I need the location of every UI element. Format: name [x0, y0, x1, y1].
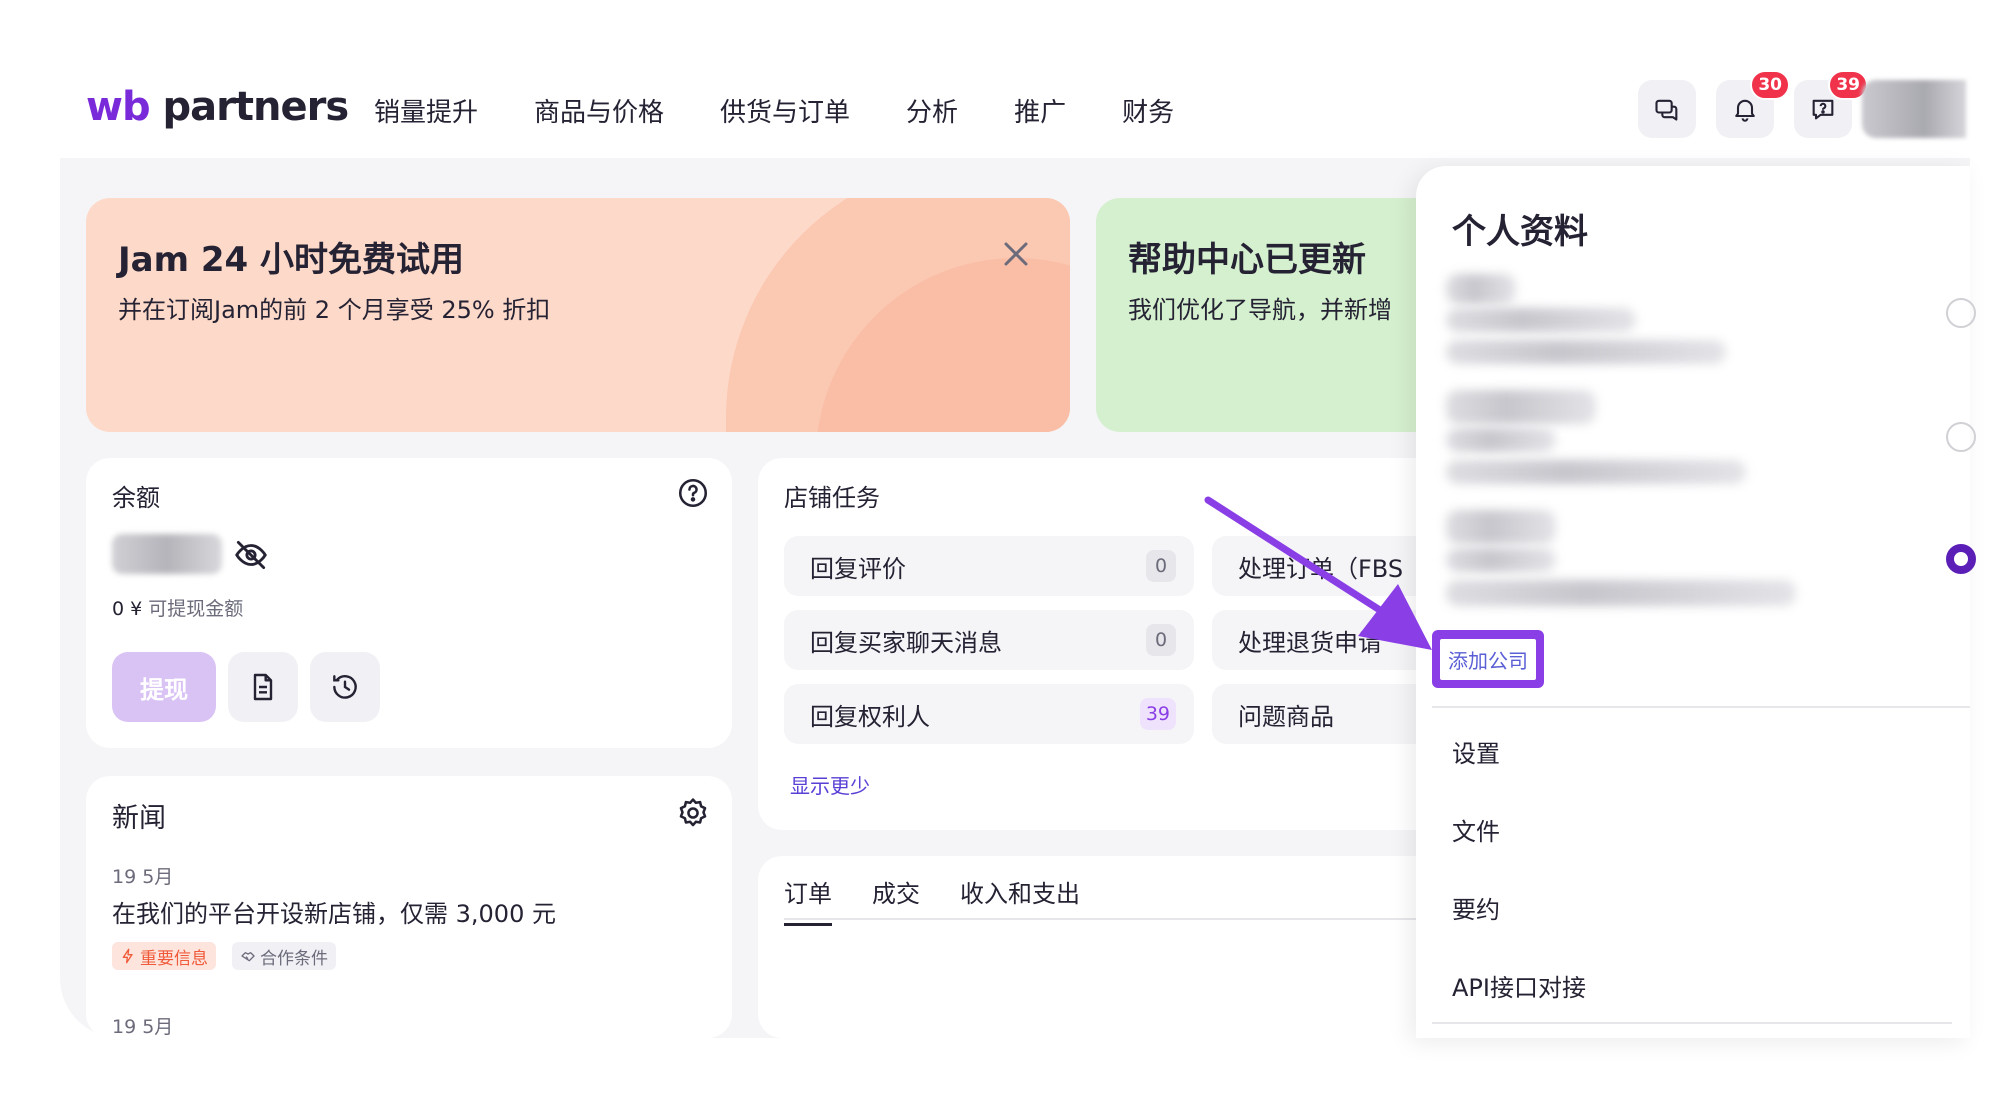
- menu-divider: [1432, 1022, 1952, 1024]
- profile-title: 个人资料: [1452, 212, 1588, 252]
- question-chat-icon: [1812, 99, 1834, 120]
- task-count: 0: [1146, 550, 1176, 582]
- task-reply-reviews[interactable]: 回复评价 0: [784, 536, 1194, 596]
- main-nav: 销量提升 商品与价格 供货与订单 分析 推广 财务: [374, 92, 1174, 129]
- company-detail-hidden: [1446, 460, 1746, 484]
- documents-button[interactable]: [228, 652, 298, 722]
- menu-divider: [1432, 706, 1970, 708]
- balance-amount-hidden: [112, 534, 222, 574]
- task-reply-rightholders[interactable]: 回复权利人 39: [784, 684, 1194, 744]
- nav-products-prices[interactable]: 商品与价格: [534, 92, 664, 129]
- company-name-hidden: [1446, 510, 1556, 544]
- tasks-title: 店铺任务: [784, 484, 880, 512]
- notifications-badge: 30: [1750, 70, 1790, 100]
- partnership-tag: 合作条件: [232, 942, 336, 970]
- help-banner-subtitle: 我们优化了导航，并新增: [1128, 296, 1392, 324]
- company-detail-hidden: [1446, 580, 1796, 606]
- bell-icon: [1735, 99, 1755, 122]
- jam-trial-banner[interactable]: Jam 24 小时免费试用 并在订阅Jam的前 2 个月享受 25% 折扣: [86, 198, 1070, 432]
- menu-api-integration[interactable]: API接口对接: [1452, 968, 1586, 1003]
- company-radio[interactable]: [1946, 298, 1976, 328]
- task-reply-chats[interactable]: 回复买家聊天消息 0: [784, 610, 1194, 670]
- withdrawable-amount: 0 ¥ 可提现金额: [112, 598, 244, 620]
- history-icon: [333, 675, 357, 699]
- nav-supply-orders[interactable]: 供货与订单: [720, 92, 850, 129]
- news-date: 19 5月: [112, 1016, 174, 1038]
- news-card: 新闻 19 5月 在我们的平台开设新店铺，仅需 3,000 元 重要信息 合作条…: [86, 776, 732, 1038]
- company-name-hidden: [1446, 390, 1596, 424]
- avatar[interactable]: [1862, 80, 1966, 138]
- orders-card: 订单 成交 收入和支出: [758, 856, 1518, 1038]
- balance-card: 余额 0 ¥ 可提现金额 提现: [86, 458, 732, 748]
- add-company-highlight: 添加公司: [1432, 630, 1544, 688]
- jam-banner-title: Jam 24 小时免费试用: [118, 240, 465, 280]
- show-less-link[interactable]: 显示更少: [790, 770, 870, 799]
- close-icon[interactable]: [996, 234, 1036, 274]
- chat-icon: [1655, 99, 1678, 121]
- chat-button[interactable]: [1638, 80, 1696, 138]
- nav-analytics[interactable]: 分析: [906, 92, 958, 129]
- top-header: wb partners 销量提升 商品与价格 供货与订单 分析 推广 财务 30…: [0, 0, 2016, 160]
- news-title: 新闻: [112, 803, 166, 834]
- handshake-icon: [241, 952, 255, 962]
- lightning-icon: [122, 948, 133, 964]
- nav-promotion[interactable]: 推广: [1014, 92, 1066, 129]
- jam-banner-subtitle: 并在订阅Jam的前 2 个月享受 25% 折扣: [118, 296, 551, 324]
- company-detail-hidden: [1446, 340, 1726, 364]
- eye-off-icon[interactable]: [232, 536, 270, 574]
- profile-dropdown: 个人资料 添加公司 设置 文件 要约 API接口对接: [1416, 166, 1976, 1038]
- notifications-button[interactable]: 30: [1716, 70, 1790, 138]
- company-radio-selected[interactable]: [1946, 544, 1976, 574]
- nav-sales-boost[interactable]: 销量提升: [374, 92, 478, 129]
- nav-finance[interactable]: 财务: [1122, 92, 1174, 129]
- support-button[interactable]: 39: [1794, 70, 1868, 138]
- balance-title: 余额: [112, 484, 160, 512]
- menu-offer[interactable]: 要约: [1452, 890, 1500, 925]
- tabs-divider: [784, 918, 1504, 920]
- history-button[interactable]: [310, 652, 380, 722]
- menu-settings[interactable]: 设置: [1452, 734, 1500, 769]
- withdraw-button[interactable]: 提现: [112, 652, 216, 722]
- wb-partners-logo[interactable]: wb partners: [86, 84, 349, 130]
- company-name-hidden: [1446, 274, 1516, 304]
- company-detail-hidden: [1446, 548, 1556, 572]
- annotation-arrow-icon: [1204, 496, 1432, 650]
- document-icon: [253, 673, 273, 701]
- task-count: 0: [1146, 624, 1176, 656]
- add-company-button[interactable]: 添加公司: [1440, 638, 1536, 680]
- news-date: 19 5月: [112, 866, 174, 888]
- help-banner-title: 帮助中心已更新: [1128, 240, 1366, 280]
- task-count: 39: [1139, 698, 1176, 730]
- menu-documents[interactable]: 文件: [1452, 812, 1500, 847]
- gear-icon[interactable]: [676, 796, 710, 830]
- company-radio[interactable]: [1946, 422, 1976, 452]
- company-detail-hidden: [1446, 308, 1636, 332]
- help-icon[interactable]: [676, 476, 710, 510]
- important-tag: 重要信息: [112, 942, 216, 970]
- company-detail-hidden: [1446, 428, 1556, 452]
- news-headline[interactable]: 在我们的平台开设新店铺，仅需 3,000 元: [112, 894, 556, 929]
